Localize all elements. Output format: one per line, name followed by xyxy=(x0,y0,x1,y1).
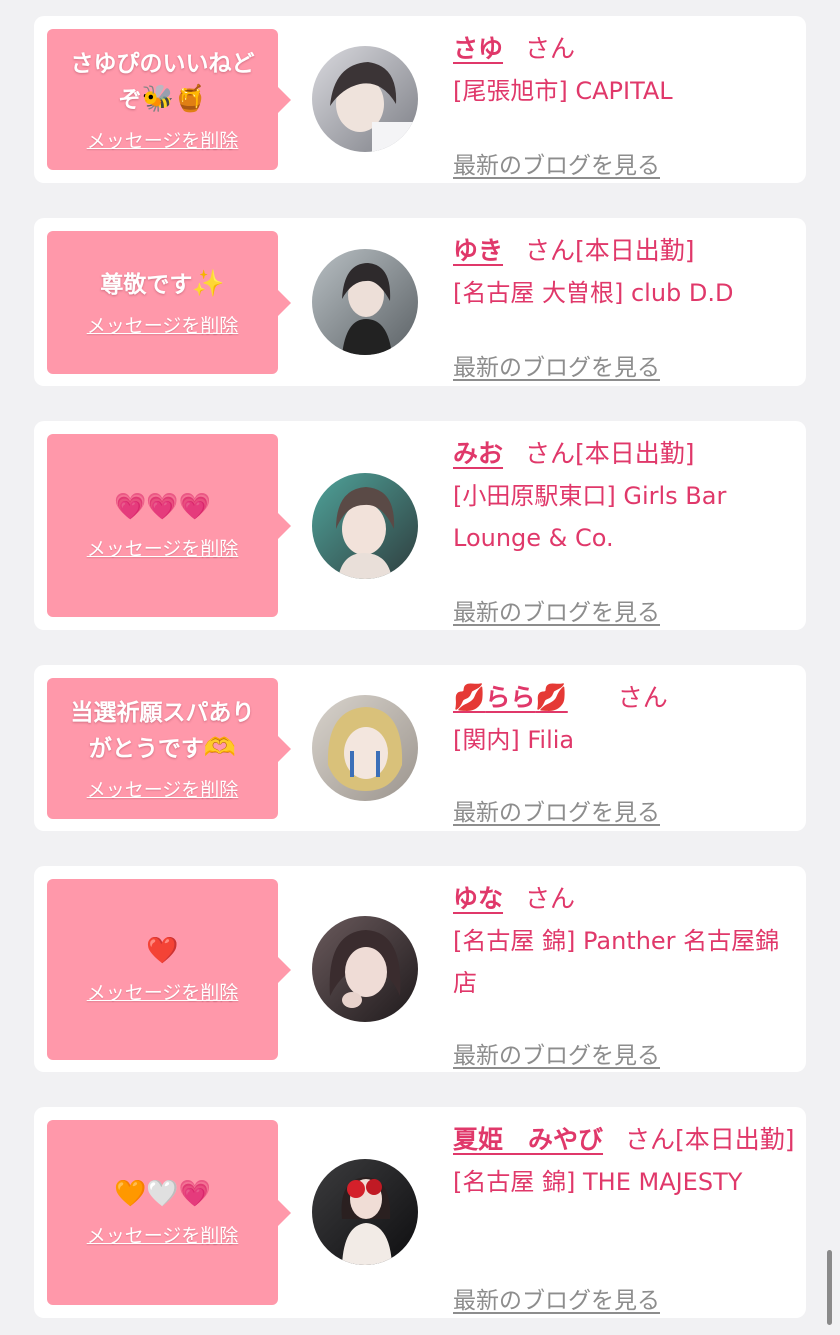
status-badge: [本日出勤] xyxy=(575,439,695,468)
pink-hearts-emoji: 💗💗💗 xyxy=(113,492,212,522)
name-line: 💋らら💋 さん xyxy=(453,677,798,719)
message-text: 尊敬です✨ xyxy=(100,269,225,299)
message-text: ❤️ xyxy=(146,934,178,970)
avatar-photo-icon xyxy=(312,916,418,1022)
scrollbar[interactable] xyxy=(827,1250,832,1325)
delete-message-link[interactable]: メッセージを削除 xyxy=(87,978,239,1005)
kiss-mark-icon: 💋 xyxy=(453,683,486,713)
avatar[interactable] xyxy=(312,473,418,579)
message-text: 当選祈願スパあり がとうです🫶 xyxy=(70,699,255,763)
honorific: さん xyxy=(525,439,576,468)
name-line: ゆき さん[本日出勤] xyxy=(453,230,798,272)
cast-info: 夏姫 みやび さん[本日出勤] [名古屋 錦] THE MAJESTY 最新のブロ… xyxy=(453,1119,798,1314)
cast-name-link[interactable]: ゆき xyxy=(453,236,503,265)
shop-name: [名古屋 錦] Panther 名古屋錦店 xyxy=(453,927,780,997)
message-bubble: ❤️ メッセージを削除 xyxy=(47,879,291,1060)
name-line: 夏姫 みやび さん[本日出勤] xyxy=(453,1119,798,1161)
list-item: ❤️ メッセージを削除 ゆな さん [名古屋 錦] Panther 名古屋錦店 最… xyxy=(34,866,806,1072)
latest-blog-link[interactable]: 最新のブログを見る xyxy=(453,793,660,827)
avatar-photo-icon xyxy=(312,1159,418,1265)
cast-info: みお さん[本日出勤] [小田原駅東口] Girls Bar Lounge & C… xyxy=(453,433,798,626)
honorific: さん xyxy=(617,683,668,712)
delete-message-link[interactable]: メッセージを削除 xyxy=(87,775,239,802)
cast-info: ゆな さん [名古屋 錦] Panther 名古屋錦店 最新のブログを見る xyxy=(453,878,798,1070)
cast-name-link[interactable]: さゆ xyxy=(453,34,503,63)
list-item: 💗💗💗 メッセージを削除 みお さん[本日出勤] [小田原駅東口] Girls B… xyxy=(34,421,806,630)
delete-message-link[interactable]: メッセージを削除 xyxy=(87,311,239,338)
shop-name: [小田原駅東口] Girls Bar Lounge & Co. xyxy=(453,482,727,552)
latest-blog-link[interactable]: 最新のブログを見る xyxy=(453,593,660,627)
cast-name-link[interactable]: ゆな xyxy=(453,884,503,913)
list-item: 🧡🤍💗 メッセージを削除 夏姫 みやび さん[本日出勤] [名古屋 錦] THE … xyxy=(34,1107,806,1318)
delete-message-link[interactable]: メッセージを削除 xyxy=(87,534,239,561)
cast-name-link[interactable]: 夏姫 みやび xyxy=(453,1125,603,1154)
shop-name: [名古屋 錦] THE MAJESTY xyxy=(453,1168,743,1196)
name-line: ゆな さん xyxy=(453,878,798,920)
avatar[interactable] xyxy=(312,1159,418,1265)
avatar-photo-icon xyxy=(312,695,418,801)
status-badge: [本日出勤] xyxy=(575,236,695,265)
message-text: さゆぴのいいねど ぞ🐝🍯 xyxy=(70,50,255,114)
list-item: さゆぴのいいねど ぞ🐝🍯 メッセージを削除 さゆ さん [尾張旭市] CAPITA… xyxy=(34,16,806,183)
list-item: 尊敬です✨ メッセージを削除 ゆき さん[本日出勤] [名古屋 大曽根] club… xyxy=(34,218,806,386)
status-badge: [本日出勤] xyxy=(675,1125,795,1154)
honorific: さん xyxy=(625,1125,676,1154)
latest-blog-link[interactable]: 最新のブログを見る xyxy=(453,1281,660,1315)
message-bubble: 🧡🤍💗 メッセージを削除 xyxy=(47,1120,291,1305)
latest-blog-link[interactable]: 最新のブログを見る xyxy=(453,146,660,180)
cast-name-link[interactable]: 💋らら💋 xyxy=(453,683,568,713)
delete-message-link[interactable]: メッセージを削除 xyxy=(87,126,239,153)
shop-name: [名古屋 大曽根] club D.D xyxy=(453,279,734,307)
cast-info: さゆ さん [尾張旭市] CAPITAL 最新のブログを見る xyxy=(453,28,798,180)
honorific: さん xyxy=(525,34,576,63)
message-text: 💗💗💗 xyxy=(114,490,211,526)
favorite-messages-list: さゆぴのいいねど ぞ🐝🍯 メッセージを削除 さゆ さん [尾張旭市] CAPITA… xyxy=(0,0,840,1335)
bee-honey-emoji: 🐝🍯 xyxy=(141,83,207,114)
message-bubble: 尊敬です✨ メッセージを削除 xyxy=(47,231,291,374)
kiss-mark-icon: 💋 xyxy=(535,683,568,713)
cast-name-link[interactable]: みお xyxy=(453,439,503,468)
avatar[interactable] xyxy=(312,916,418,1022)
delete-message-link[interactable]: メッセージを削除 xyxy=(87,1221,239,1248)
red-heart-emoji: ❤️ xyxy=(146,936,179,966)
message-bubble: 当選祈願スパあり がとうです🫶 メッセージを削除 xyxy=(47,678,291,819)
message-bubble: さゆぴのいいねど ぞ🐝🍯 メッセージを削除 xyxy=(47,29,291,170)
honorific: さん xyxy=(525,884,576,913)
name-line: さゆ さん xyxy=(453,28,798,70)
cast-info: ゆき さん[本日出勤] [名古屋 大曽根] club D.D 最新のブログを見る xyxy=(453,230,798,382)
avatar[interactable] xyxy=(312,249,418,355)
honorific: さん xyxy=(525,236,576,265)
list-item: 当選祈願スパあり がとうです🫶 メッセージを削除 💋らら💋 さん [関内] Fil… xyxy=(34,665,806,831)
avatar-photo-icon xyxy=(312,46,418,152)
avatar-photo-icon xyxy=(312,249,418,355)
sparkles-emoji: ✨ xyxy=(192,269,225,299)
shop-name: [尾張旭市] CAPITAL xyxy=(453,77,673,105)
avatar[interactable] xyxy=(312,46,418,152)
cast-info: 💋らら💋 さん [関内] Filia 最新のブログを見る xyxy=(453,677,798,827)
avatar-photo-icon xyxy=(312,473,418,579)
avatar[interactable] xyxy=(312,695,418,801)
name-line: みお さん[本日出勤] xyxy=(453,433,798,475)
hearts-emoji: 🧡🤍💗 xyxy=(113,1179,212,1209)
message-bubble: 💗💗💗 メッセージを削除 xyxy=(47,434,291,617)
message-text: 🧡🤍💗 xyxy=(114,1177,211,1213)
latest-blog-link[interactable]: 最新のブログを見る xyxy=(453,348,660,382)
latest-blog-link[interactable]: 最新のブログを見る xyxy=(453,1036,660,1070)
heart-hands-emoji: 🫶 xyxy=(203,732,237,763)
shop-name: [関内] Filia xyxy=(453,726,575,754)
